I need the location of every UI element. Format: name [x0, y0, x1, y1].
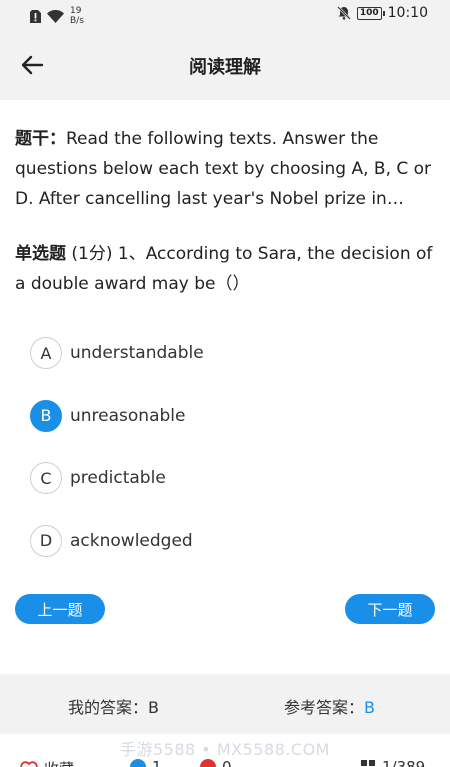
battery-indicator: 100: [356, 6, 385, 20]
option-letter: D: [30, 524, 62, 557]
prev-question-button[interactable]: 上一题: [15, 594, 105, 624]
option-text: acknowledged: [70, 530, 193, 551]
grid-icon: [361, 760, 375, 766]
correct-dot-icon: [130, 759, 146, 767]
stem-text: Read the following texts. Answer the que…: [15, 129, 432, 209]
page-title: 阅读理解: [189, 57, 261, 78]
stem-label: 题干：: [15, 129, 66, 149]
wrong-dot-icon: [200, 759, 216, 767]
question-number: 1、: [117, 244, 146, 264]
net-speed: 19 B/s: [70, 6, 84, 26]
my-answer-label: 我的答案：: [68, 698, 149, 717]
option-b[interactable]: B unreasonable: [30, 385, 430, 448]
header: 阅读理解: [0, 30, 450, 100]
my-answer: 我的答案：B: [68, 694, 159, 718]
watermark: 手游5588 • MX5588.COM: [120, 740, 330, 759]
net-speed-unit: B/s: [70, 16, 84, 26]
status-bar: 19 B/s 100 10:10: [0, 0, 450, 30]
status-right: 100 10:10: [336, 5, 428, 21]
reference-answer-value: B: [364, 698, 375, 717]
heart-icon: [20, 760, 38, 767]
option-text: predictable: [70, 468, 166, 489]
alert-sim-icon: [30, 9, 41, 23]
answer-bar: 我的答案：B 参考答案：B: [0, 674, 450, 734]
option-text: unreasonable: [70, 405, 186, 426]
option-a[interactable]: A understandable: [30, 322, 430, 385]
question: 单选题 (1分) 1、According to Sara, the decisi…: [15, 239, 435, 299]
option-letter: B: [30, 399, 62, 432]
option-text: understandable: [70, 343, 204, 364]
question-stem: 题干：Read the following texts. Answer the …: [15, 124, 435, 214]
option-letter: C: [30, 462, 62, 495]
my-answer-value: B: [148, 698, 159, 717]
options-list: A understandable B unreasonable C predic…: [30, 322, 430, 572]
reference-answer-label: 参考答案：: [284, 698, 365, 717]
stem-content: 题干：Read the following texts. Answer the …: [15, 124, 435, 214]
reference-answer: 参考答案：B: [284, 694, 375, 718]
status-left: 19 B/s: [30, 6, 84, 26]
wifi-icon: [47, 9, 64, 23]
next-question-button[interactable]: 下一题: [345, 594, 435, 624]
option-letter: A: [30, 337, 62, 370]
net-speed-value: 19: [70, 6, 82, 16]
option-c[interactable]: C predictable: [30, 447, 430, 510]
question-score: (1分): [66, 244, 118, 264]
status-time: 10:10: [387, 5, 428, 21]
bell-muted-icon: [336, 6, 351, 20]
option-d[interactable]: D acknowledged: [30, 510, 430, 573]
question-type: 单选题: [15, 244, 66, 264]
